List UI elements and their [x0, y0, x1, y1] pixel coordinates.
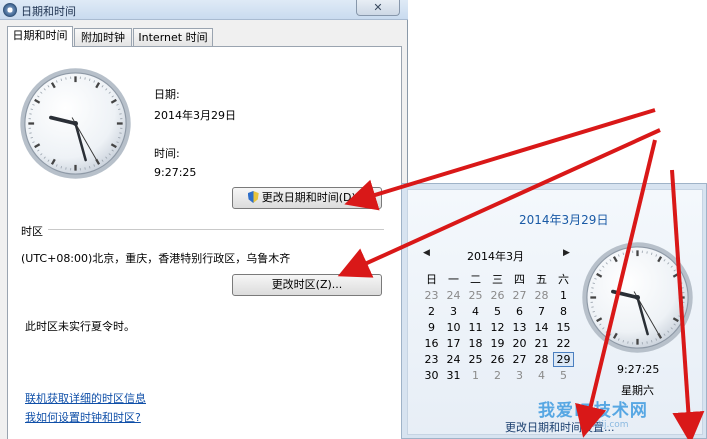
calendar-day[interactable]: 13 [509, 320, 530, 335]
change-timezone-label: 更改时区(Z)... [271, 278, 343, 291]
calendar-day[interactable]: 28 [531, 288, 552, 303]
title-bar[interactable]: 日期和时间 ✕ [0, 0, 408, 20]
change-date-time-button[interactable]: 更改日期和时间(D)... [232, 187, 382, 209]
time-value: 9:27:25 [154, 166, 197, 179]
weekday-header: 五 [536, 273, 547, 286]
date-label: 日期: [154, 88, 180, 101]
dst-note: 此时区未实行夏令时。 [25, 320, 135, 333]
weekday-header: 一 [448, 273, 459, 286]
calendar-day[interactable]: 15 [553, 320, 574, 335]
weekday-header: 二 [470, 273, 481, 286]
calendar-day[interactable]: 25 [465, 288, 486, 303]
calendar-week-row: 9 10 11 12 13 14 15 [421, 320, 574, 336]
calendar-day[interactable]: 5 [553, 368, 574, 383]
weekday-header: 四 [514, 273, 525, 286]
clock-center [72, 120, 79, 127]
timezone-value: (UTC+08:00)北京，重庆，香港特别行政区，乌鲁木齐 [21, 252, 291, 265]
calendar-week-row: 23 24 25 26 27 28 29 [421, 352, 574, 368]
timezone-divider [48, 229, 384, 230]
calendar-weekday-row: 日一二三四五六 [421, 272, 574, 288]
flyout-time: 9:27:25 [617, 363, 660, 376]
calendar-day[interactable]: 31 [443, 368, 464, 383]
close-button[interactable]: ✕ [356, 0, 400, 16]
weekday-header: 日 [426, 273, 437, 286]
close-icon: ✕ [373, 1, 383, 14]
calendar-day[interactable]: 21 [531, 336, 552, 351]
calendar-week-row: 16 17 18 19 20 21 22 [421, 336, 574, 352]
calendar-day[interactable]: 23 [421, 288, 442, 303]
timezone-heading: 时区 [21, 225, 43, 238]
calendar-day[interactable]: 7 [531, 304, 552, 319]
next-month-icon[interactable]: ▶ [563, 248, 570, 258]
calendar-grid: 日一二三四五六 23 24 25 26 27 28 1 2 3 4 5 6 7 8 9 10 11 12 13 14 15… [421, 272, 574, 384]
calendar-day[interactable]: 26 [487, 352, 508, 367]
calendar-day[interactable]: 20 [509, 336, 530, 351]
calendar-day[interactable]: 3 [443, 304, 464, 319]
weekday-header: 六 [558, 273, 569, 286]
calendar-day[interactable]: 27 [509, 352, 530, 367]
calendar-day[interactable]: 10 [443, 320, 464, 335]
calendar-day[interactable]: 12 [487, 320, 508, 335]
calendar-week-row: 2345678 [421, 304, 574, 320]
screenshot-stage: 日期和时间 ✕ 日期和时间 附加时钟 Internet 时间 日期: 2014年… [0, 0, 707, 439]
calendar-day[interactable]: 2 [421, 304, 442, 319]
calendar-day[interactable]: 18 [465, 336, 486, 351]
watermark-text: 我爱IT技术网 [538, 401, 648, 421]
calendar-week-row: 23 24 25 26 27 28 1 [421, 288, 574, 304]
calendar-day[interactable]: 6 [509, 304, 530, 319]
how-to-set-clock-link[interactable]: 我如何设置时钟和时区? [25, 409, 141, 425]
calendar-day[interactable]: 24 [443, 352, 464, 367]
flyout-date-heading[interactable]: 2014年3月29日 [519, 211, 608, 228]
calendar-day[interactable]: 14 [531, 320, 552, 335]
online-timezone-info-link[interactable]: 联机获取详细的时区信息 [25, 390, 146, 406]
uac-shield-icon [247, 191, 259, 203]
calendar-day[interactable]: 26 [487, 288, 508, 303]
calendar-day[interactable]: 30 [421, 368, 442, 383]
calendar-day[interactable]: 25 [465, 352, 486, 367]
calendar-header: ◀ 2014年3月 ▶ [423, 248, 573, 264]
calendar-day[interactable]: 23 [421, 352, 442, 367]
calendar-day[interactable]: 27 [509, 288, 530, 303]
calendar-day[interactable]: 11 [465, 320, 486, 335]
calendar-month-label[interactable]: 2014年3月 [467, 248, 524, 264]
calendar-day[interactable]: 5 [487, 304, 508, 319]
calendar-day[interactable]: 2 [487, 368, 508, 383]
calendar-day[interactable]: 4 [465, 304, 486, 319]
change-timezone-button[interactable]: 更改时区(Z)... [232, 274, 382, 296]
time-label: 时间: [154, 147, 180, 160]
change-date-time-label: 更改日期和时间(D)... [261, 191, 367, 204]
clock-app-icon [3, 3, 17, 17]
calendar-day[interactable]: 9 [421, 320, 442, 335]
analog-clock [20, 68, 131, 179]
calendar-day[interactable]: 3 [509, 368, 530, 383]
tab-date-time[interactable]: 日期和时间 [7, 26, 73, 47]
calendar-day[interactable]: 16 [421, 336, 442, 351]
tab-internet-time[interactable]: Internet 时间 [133, 28, 213, 47]
window-title: 日期和时间 [21, 5, 76, 18]
calendar-day[interactable]: 24 [443, 288, 464, 303]
calendar-day[interactable]: 19 [487, 336, 508, 351]
tab-additional-clocks[interactable]: 附加时钟 [74, 28, 132, 47]
calendar-week-row: 30 31 1 2 3 4 5 [421, 368, 574, 384]
calendar-day[interactable]: 22 [553, 336, 574, 351]
flyout-analog-clock [582, 242, 693, 353]
calendar-day[interactable]: 1 [465, 368, 486, 383]
clock-center [634, 294, 641, 301]
previous-month-icon[interactable]: ◀ [423, 248, 430, 258]
calendar-day[interactable]: 17 [443, 336, 464, 351]
calendar-day[interactable]: 4 [531, 368, 552, 383]
calendar-day[interactable]: 8 [553, 304, 574, 319]
tab-strip: 日期和时间 附加时钟 Internet 时间 [7, 26, 402, 47]
calendar-day[interactable]: 28 [531, 352, 552, 367]
weekday-header: 三 [492, 273, 503, 286]
calendar-day[interactable]: 1 [553, 288, 574, 303]
date-value: 2014年3月29日 [154, 109, 236, 122]
calendar-day-today[interactable]: 29 [553, 352, 574, 367]
watermark-subtext: 52ij.com [590, 420, 629, 430]
